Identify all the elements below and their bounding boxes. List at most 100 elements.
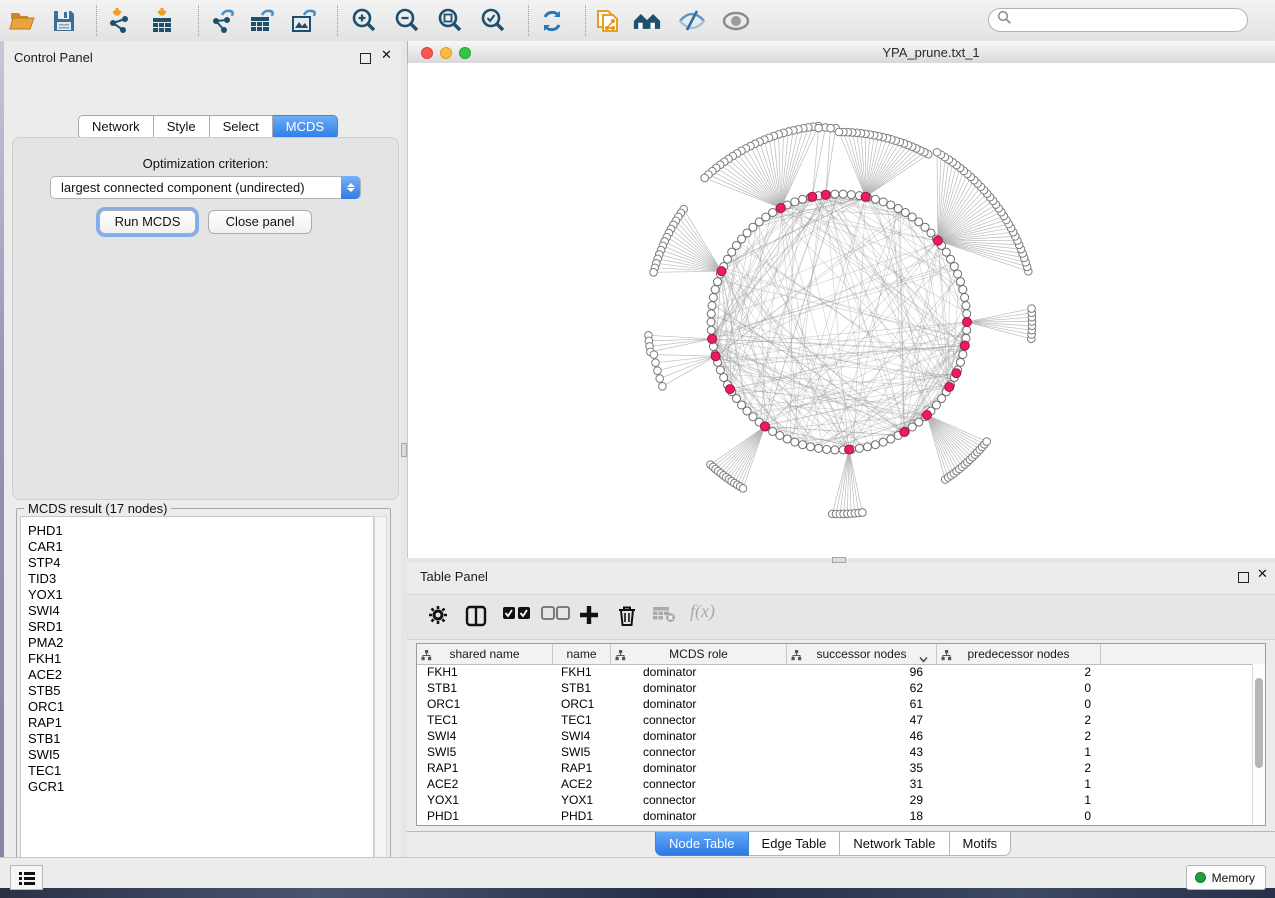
table-cell[interactable]: 43 — [787, 744, 937, 760]
mcds-result-item[interactable]: SWI4 — [28, 603, 373, 619]
table-cell[interactable]: ORC1 — [553, 696, 611, 712]
table-cell[interactable]: 2 — [937, 760, 1101, 776]
mcds-result-item[interactable]: SWI5 — [28, 747, 373, 763]
mcds-result-item[interactable]: ACE2 — [28, 667, 373, 683]
toggle-column-panel-icon[interactable] — [465, 605, 487, 627]
export-image-icon[interactable] — [290, 7, 318, 35]
column-header-MCDS-role[interactable]: MCDS role — [611, 644, 787, 664]
table-row[interactable]: ACE2ACE2connector311 — [417, 776, 1265, 792]
mcds-result-item[interactable]: TEC1 — [28, 763, 373, 779]
table-cell[interactable]: TEC1 — [417, 712, 553, 728]
mcds-result-item[interactable]: STP4 — [28, 555, 373, 571]
table-cell[interactable]: connector — [611, 776, 787, 792]
tab-edge-table[interactable]: Edge Table — [749, 832, 841, 856]
table-cell[interactable]: dominator — [611, 728, 787, 744]
mcds-result-item[interactable]: STB1 — [28, 731, 373, 747]
table-cell[interactable]: SWI5 — [553, 744, 611, 760]
table-cell[interactable]: 2 — [937, 712, 1101, 728]
mcds-result-item[interactable]: YOX1 — [28, 587, 373, 603]
table-cell[interactable]: YOX1 — [417, 792, 553, 808]
tab-network-table[interactable]: Network Table — [840, 832, 949, 856]
table-cell[interactable]: 35 — [787, 760, 937, 776]
zoom-selected-icon[interactable] — [479, 7, 507, 35]
table-cell[interactable]: FKH1 — [553, 664, 611, 680]
clone-network-icon[interactable] — [594, 7, 622, 35]
criterion-dropdown[interactable]: largest connected component (undirected) — [50, 176, 361, 199]
table-cell[interactable]: FKH1 — [417, 664, 553, 680]
table-cell[interactable]: dominator — [611, 680, 787, 696]
zoom-out-icon[interactable] — [393, 7, 421, 35]
network-home-icon[interactable] — [633, 7, 661, 35]
tab-select[interactable]: Select — [210, 115, 273, 139]
table-row[interactable]: YOX1YOX1connector291 — [417, 792, 1265, 808]
mcds-result-item[interactable]: TID3 — [28, 571, 373, 587]
hide-graphics-details-icon[interactable] — [678, 7, 706, 35]
network-window-titlebar[interactable]: YPA_prune.txt_1 — [407, 41, 1275, 64]
table-cell[interactable]: RAP1 — [417, 760, 553, 776]
table-cell[interactable]: PHD1 — [553, 808, 611, 824]
tab-network[interactable]: Network — [78, 115, 154, 139]
column-header-name[interactable]: name — [553, 644, 611, 664]
table-row[interactable]: RAP1RAP1dominator352 — [417, 760, 1265, 776]
close-panel-icon[interactable]: ✕ — [1257, 569, 1268, 579]
table-row[interactable]: ORC1ORC1dominator610 — [417, 696, 1265, 712]
table-cell[interactable]: RAP1 — [553, 760, 611, 776]
table-cell[interactable]: dominator — [611, 696, 787, 712]
table-cell[interactable]: dominator — [611, 664, 787, 680]
mcds-result-item[interactable]: ORC1 — [28, 699, 373, 715]
table-cell[interactable]: dominator — [611, 808, 787, 824]
float-panel-icon[interactable] — [360, 51, 371, 69]
close-panel-button[interactable]: Close panel — [208, 210, 312, 234]
table-cell[interactable]: connector — [611, 744, 787, 760]
delete-column-icon[interactable] — [617, 605, 637, 627]
export-network-icon[interactable] — [210, 7, 238, 35]
table-cell[interactable]: 29 — [787, 792, 937, 808]
mcds-result-item[interactable]: RAP1 — [28, 715, 373, 731]
node-table[interactable]: shared namenameMCDS rolesuccessor nodesp… — [416, 643, 1266, 826]
table-cell[interactable]: 0 — [937, 696, 1101, 712]
task-history-button[interactable] — [10, 865, 43, 890]
table-cell[interactable]: TEC1 — [553, 712, 611, 728]
table-cell[interactable]: 62 — [787, 680, 937, 696]
save-session-icon[interactable] — [50, 7, 78, 35]
mcds-result-item[interactable]: FKH1 — [28, 651, 373, 667]
mcds-result-item[interactable]: CAR1 — [28, 539, 373, 555]
table-cell[interactable]: PHD1 — [417, 808, 553, 824]
table-cell[interactable]: STB1 — [417, 680, 553, 696]
table-cell[interactable]: 18 — [787, 808, 937, 824]
table-cell[interactable]: ORC1 — [417, 696, 553, 712]
table-cell[interactable]: 1 — [937, 744, 1101, 760]
close-panel-icon[interactable]: ✕ — [381, 50, 392, 60]
network-canvas[interactable] — [407, 63, 1275, 558]
table-settings-icon[interactable] — [428, 605, 448, 625]
select-all-columns-icon[interactable] — [502, 605, 532, 621]
zoom-fit-icon[interactable] — [436, 7, 464, 35]
table-scrollbar[interactable] — [1252, 664, 1265, 825]
zoom-in-icon[interactable] — [350, 7, 378, 35]
import-network-icon[interactable] — [106, 7, 134, 35]
table-cell[interactable]: 1 — [937, 776, 1101, 792]
table-cell[interactable]: 46 — [787, 728, 937, 744]
table-row[interactable]: STB1STB1dominator620 — [417, 680, 1265, 696]
table-cell[interactable]: dominator — [611, 760, 787, 776]
table-cell[interactable]: 0 — [937, 808, 1101, 824]
table-cell[interactable]: 0 — [937, 680, 1101, 696]
table-row[interactable]: SWI5SWI5connector431 — [417, 744, 1265, 760]
table-cell[interactable]: connector — [611, 712, 787, 728]
mcds-result-list[interactable]: PHD1CAR1STP4TID3YOX1SWI4SRD1PMA2FKH1ACE2… — [20, 516, 374, 873]
table-scrollbar-thumb[interactable] — [1255, 678, 1263, 768]
mcds-result-item[interactable]: GCR1 — [28, 779, 373, 795]
unselect-all-columns-icon[interactable] — [541, 605, 571, 621]
column-header-shared-name[interactable]: shared name — [417, 644, 553, 664]
table-cell[interactable]: connector — [611, 792, 787, 808]
mcds-result-item[interactable]: STB5 — [28, 683, 373, 699]
table-cell[interactable]: ACE2 — [553, 776, 611, 792]
table-row[interactable]: PHD1PHD1dominator180 — [417, 808, 1265, 824]
table-row[interactable]: SWI4SWI4dominator462 — [417, 728, 1265, 744]
table-cell[interactable]: SWI4 — [553, 728, 611, 744]
table-cell[interactable]: 2 — [937, 728, 1101, 744]
table-cell[interactable]: 47 — [787, 712, 937, 728]
tab-style[interactable]: Style — [154, 115, 210, 139]
add-column-icon[interactable] — [579, 605, 599, 625]
table-cell[interactable]: 1 — [937, 792, 1101, 808]
